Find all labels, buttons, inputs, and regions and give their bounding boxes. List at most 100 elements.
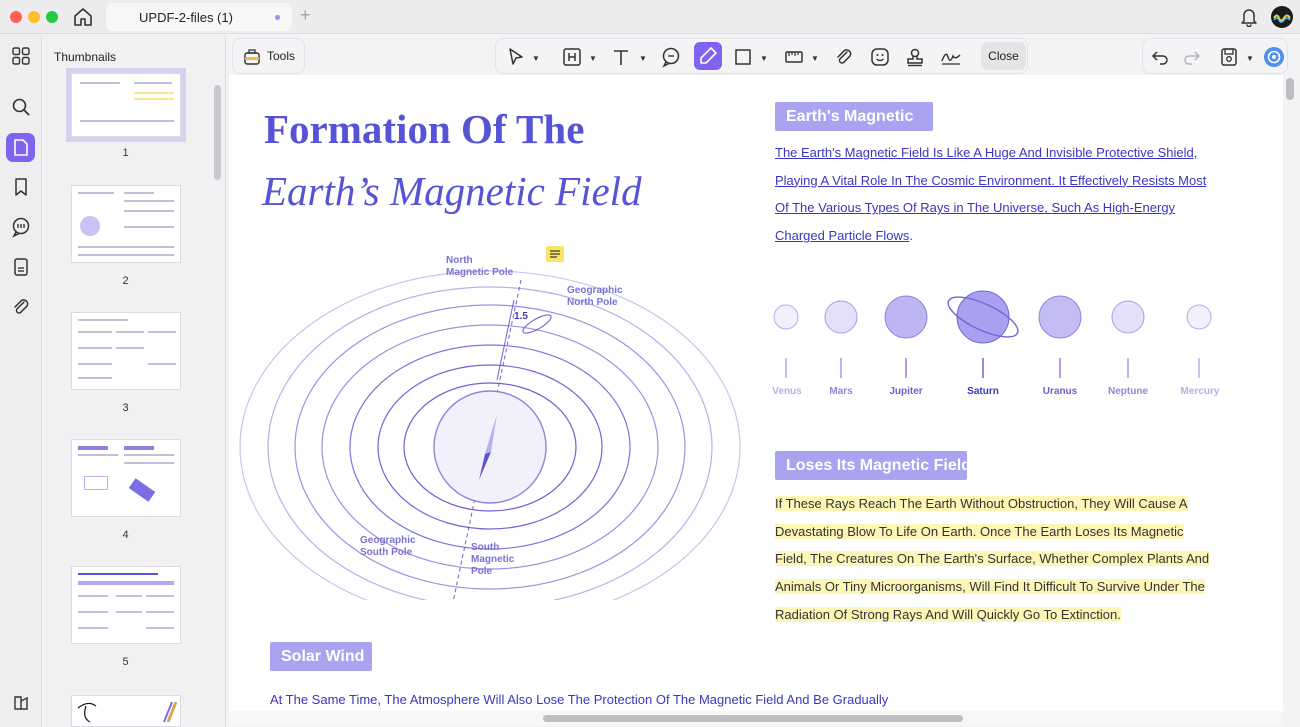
- thumbnail-number: 1: [122, 147, 129, 159]
- geographic-north-pole-label: Geographic North Pole: [567, 285, 623, 308]
- attachment-page-icon[interactable]: [10, 256, 32, 278]
- vertical-scrollbar[interactable]: [1286, 78, 1294, 100]
- bell-icon[interactable]: [1240, 7, 1258, 27]
- page-title-line-1: Formation Of The: [264, 106, 585, 152]
- page-icon: [14, 139, 28, 156]
- page-title-line-2: Earth’s Magnetic Field: [262, 168, 642, 214]
- paperclip-icon[interactable]: [10, 296, 32, 318]
- toolbox-icon: [244, 49, 260, 65]
- geographic-south-pole-label: Geographic South Pole: [360, 535, 416, 558]
- paragraph-line: Of The Various Types Of Rays in The Univ…: [775, 200, 1176, 216]
- undo-icon[interactable]: [1149, 46, 1171, 68]
- zoom-window-button[interactable]: [46, 11, 58, 23]
- planet-uranus: [1038, 295, 1082, 339]
- comment-icon[interactable]: [660, 46, 682, 68]
- tools-button[interactable]: Tools: [232, 38, 305, 74]
- title-bar: UPDF-2-files (1) +: [0, 0, 1300, 34]
- sticker-icon[interactable]: [869, 46, 891, 68]
- planet-label: Neptune: [1108, 386, 1148, 397]
- thumbnails-scrollbar[interactable]: [214, 85, 221, 180]
- magnetic-axis: [496, 299, 515, 381]
- thumbnail-page-5[interactable]: [71, 566, 181, 644]
- text-box-icon[interactable]: [561, 46, 583, 68]
- signature-icon[interactable]: [940, 46, 962, 68]
- redo-icon[interactable]: [1181, 46, 1203, 68]
- north-magnetic-pole-label: North Magnetic Pole: [446, 255, 514, 278]
- thumbnail-page-1[interactable]: [66, 68, 186, 142]
- section-heading-magnetic: Earth's Magnetic: [775, 102, 933, 131]
- account-avatar[interactable]: [1271, 6, 1293, 28]
- highlighter-button[interactable]: [694, 42, 722, 70]
- left-icon-rail: [0, 35, 42, 727]
- document-page[interactable]: Formation Of The Earth’s Magnetic Field …: [229, 75, 1283, 711]
- thumbnail-number: 2: [122, 275, 129, 287]
- grid-view-icon[interactable]: [10, 45, 32, 67]
- highlighted-line: Radiation Of Strong Rays And Will Quickl…: [775, 606, 1121, 622]
- chevron-down-icon[interactable]: ▼: [589, 54, 597, 63]
- south-magnetic-pole-label: South Magnetic Pole: [471, 542, 515, 577]
- new-tab-plus-icon[interactable]: +: [300, 5, 311, 26]
- annotation-toolbar: ▼ ▼ ▼ ▼ ▼ Close: [495, 38, 1028, 74]
- text-tool-icon[interactable]: [610, 46, 632, 68]
- ai-assistant-icon[interactable]: [1263, 46, 1285, 68]
- unsaved-dot-icon: [275, 15, 280, 20]
- planet-label: Mercury: [1180, 386, 1220, 397]
- chevron-down-icon[interactable]: ▼: [532, 54, 540, 63]
- paragraph-tail: .: [909, 228, 914, 244]
- chevron-down-icon[interactable]: ▼: [811, 54, 819, 63]
- planet-saturn: [956, 290, 1010, 344]
- close-button[interactable]: Close: [981, 42, 1026, 70]
- tools-label: Tools: [267, 49, 296, 63]
- thumbnail-number: 5: [122, 656, 129, 668]
- thumbnails-title: Thumbnails: [54, 50, 117, 64]
- attach-file-icon[interactable]: [833, 46, 855, 68]
- section-heading-loses: Loses Its Magnetic Field: [775, 451, 971, 480]
- chevron-down-icon[interactable]: ▼: [1246, 54, 1254, 63]
- save-icon[interactable]: [1218, 46, 1240, 68]
- planet-mercury: [1186, 304, 1212, 330]
- solar-wind-paragraph: At The Same Time, The Atmosphere Will Al…: [270, 692, 889, 707]
- stamp-icon[interactable]: [904, 46, 926, 68]
- thumbnail-page-4[interactable]: [71, 439, 181, 517]
- sticky-note-icon[interactable]: [546, 246, 564, 262]
- planet-mars: [824, 300, 858, 334]
- planet-jupiter: [884, 295, 928, 339]
- chevron-down-icon[interactable]: ▼: [639, 54, 647, 63]
- chevron-down-icon[interactable]: ▼: [760, 54, 768, 63]
- planet-label: Jupiter: [889, 386, 923, 397]
- angle-label: 1.5: [514, 311, 528, 322]
- bookmark-icon[interactable]: [10, 176, 32, 198]
- loses-paragraph: If These Rays Reach The Earth Without Ob…: [775, 490, 1210, 629]
- search-icon[interactable]: [10, 96, 32, 118]
- thumbnail-number: 3: [122, 402, 129, 414]
- thumbnail-page-3[interactable]: [71, 312, 181, 390]
- planet-label: Saturn: [967, 386, 999, 397]
- paragraph-line: The Earth's Magnetic Field Is Like A Hug…: [775, 145, 1198, 160]
- highlighted-line: Animals Or Tiny Microorganisms, Will Fin…: [775, 579, 1205, 595]
- horizontal-scrollbar[interactable]: [543, 715, 963, 722]
- planet-label: Uranus: [1042, 386, 1078, 397]
- paragraph-line: Playing A Vital Role In The Cosmic Envir…: [775, 172, 1207, 188]
- paragraph-line: Charged Particle Flows: [775, 228, 910, 244]
- minimize-window-button[interactable]: [28, 11, 40, 23]
- planet-label: Mars: [829, 386, 853, 397]
- section-heading-solar-wind: Solar Wind: [270, 642, 372, 671]
- thumbnail-number: 4: [122, 529, 129, 541]
- close-window-button[interactable]: [10, 11, 22, 23]
- right-toolbar: ▼: [1142, 38, 1288, 74]
- planet-neptune: [1111, 300, 1145, 334]
- rectangle-shape-icon[interactable]: [732, 46, 754, 68]
- planet-venus: [773, 304, 799, 330]
- home-icon[interactable]: [72, 6, 94, 28]
- wave-logo-icon: [1273, 14, 1291, 23]
- planets-row: [773, 290, 1212, 378]
- thumbnail-page-6[interactable]: [71, 695, 181, 727]
- highlighter-pen-icon: [700, 47, 717, 64]
- thumbnail-page-2[interactable]: [71, 185, 181, 263]
- thumbnails-button[interactable]: [6, 133, 35, 162]
- document-tab[interactable]: UPDF-2-files (1): [106, 3, 292, 31]
- measure-icon[interactable]: [783, 46, 805, 68]
- layers-icon[interactable]: [10, 692, 32, 714]
- select-cursor-icon[interactable]: [505, 46, 527, 68]
- comments-icon[interactable]: [10, 216, 32, 238]
